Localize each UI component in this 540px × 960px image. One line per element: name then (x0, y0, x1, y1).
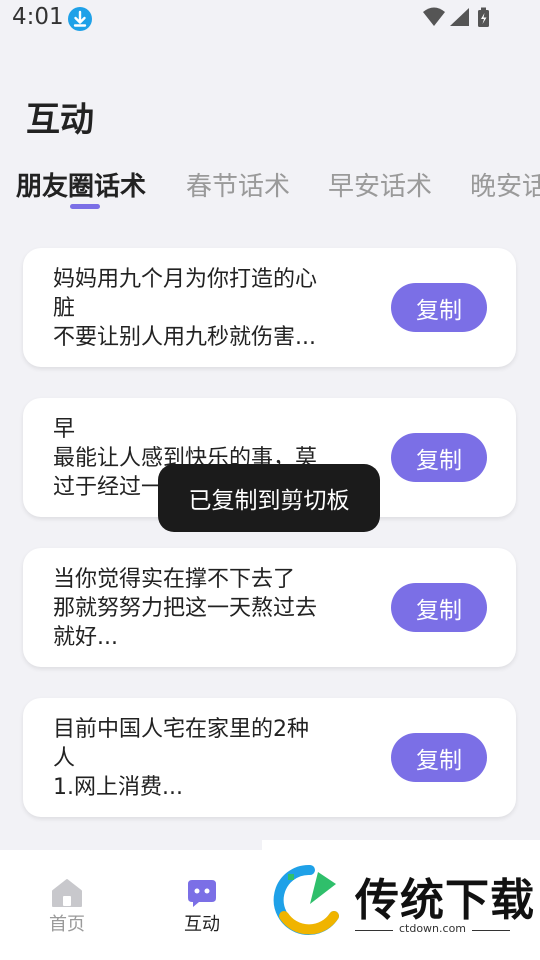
tab-good-morning[interactable]: 早安话术 (328, 166, 432, 203)
nav-home-label: 首页 (49, 914, 85, 935)
card-text: 妈妈用九个月为你打造的心 脏 不要让别人用九秒就伤害... (53, 267, 318, 350)
card-text: 目前中国人宅在家里的2种 人 1.网上消费... (53, 717, 309, 800)
status-bar: 4:01 (0, 0, 540, 38)
battery-icon (478, 7, 489, 27)
tab-bar: 朋友圈话术 春节话术 早安话术 晚安话术 (0, 162, 540, 212)
tab-spring-festival[interactable]: 春节话术 (186, 166, 290, 203)
copy-button[interactable]: 复制 (391, 733, 487, 782)
list-item: 当你觉得实在撑不下去了 那就努努力把这一天熬过去 就好... 复制 (23, 548, 516, 667)
signal-icon (450, 8, 469, 26)
copy-button[interactable]: 复制 (391, 583, 487, 632)
watermark: 传统下载 ctdown.com (262, 840, 540, 950)
wifi-icon (423, 7, 445, 26)
watermark-logo-icon (273, 864, 339, 935)
page-title: 互动 (26, 100, 94, 140)
nav-interact[interactable]: 互动 (162, 878, 242, 936)
status-time: 4:01 (12, 4, 64, 30)
home-icon (52, 879, 82, 907)
copy-button[interactable]: 复制 (391, 283, 487, 332)
copied-toast: 已复制到剪切板 (158, 464, 380, 532)
copy-button[interactable]: 复制 (391, 433, 487, 482)
active-tab-indicator (70, 204, 100, 209)
chat-icon (188, 880, 216, 907)
tab-good-night[interactable]: 晚安话术 (470, 166, 540, 203)
list-item: 目前中国人宅在家里的2种 人 1.网上消费... 复制 (23, 698, 516, 817)
watermark-url: ctdown.com (398, 922, 467, 935)
tab-moments[interactable]: 朋友圈话术 (16, 166, 146, 203)
nav-interact-label: 互动 (184, 914, 220, 935)
card-text: 当你觉得实在撑不下去了 那就努努力把这一天熬过去 就好... (53, 567, 318, 650)
list-item: 妈妈用九个月为你打造的心 脏 不要让别人用九秒就伤害... 复制 (23, 248, 516, 367)
status-icons (422, 6, 502, 28)
nav-home[interactable]: 首页 (27, 878, 107, 936)
watermark-line-right (472, 930, 510, 931)
download-icon (68, 7, 92, 31)
watermark-text: 传统下载 (355, 875, 535, 926)
